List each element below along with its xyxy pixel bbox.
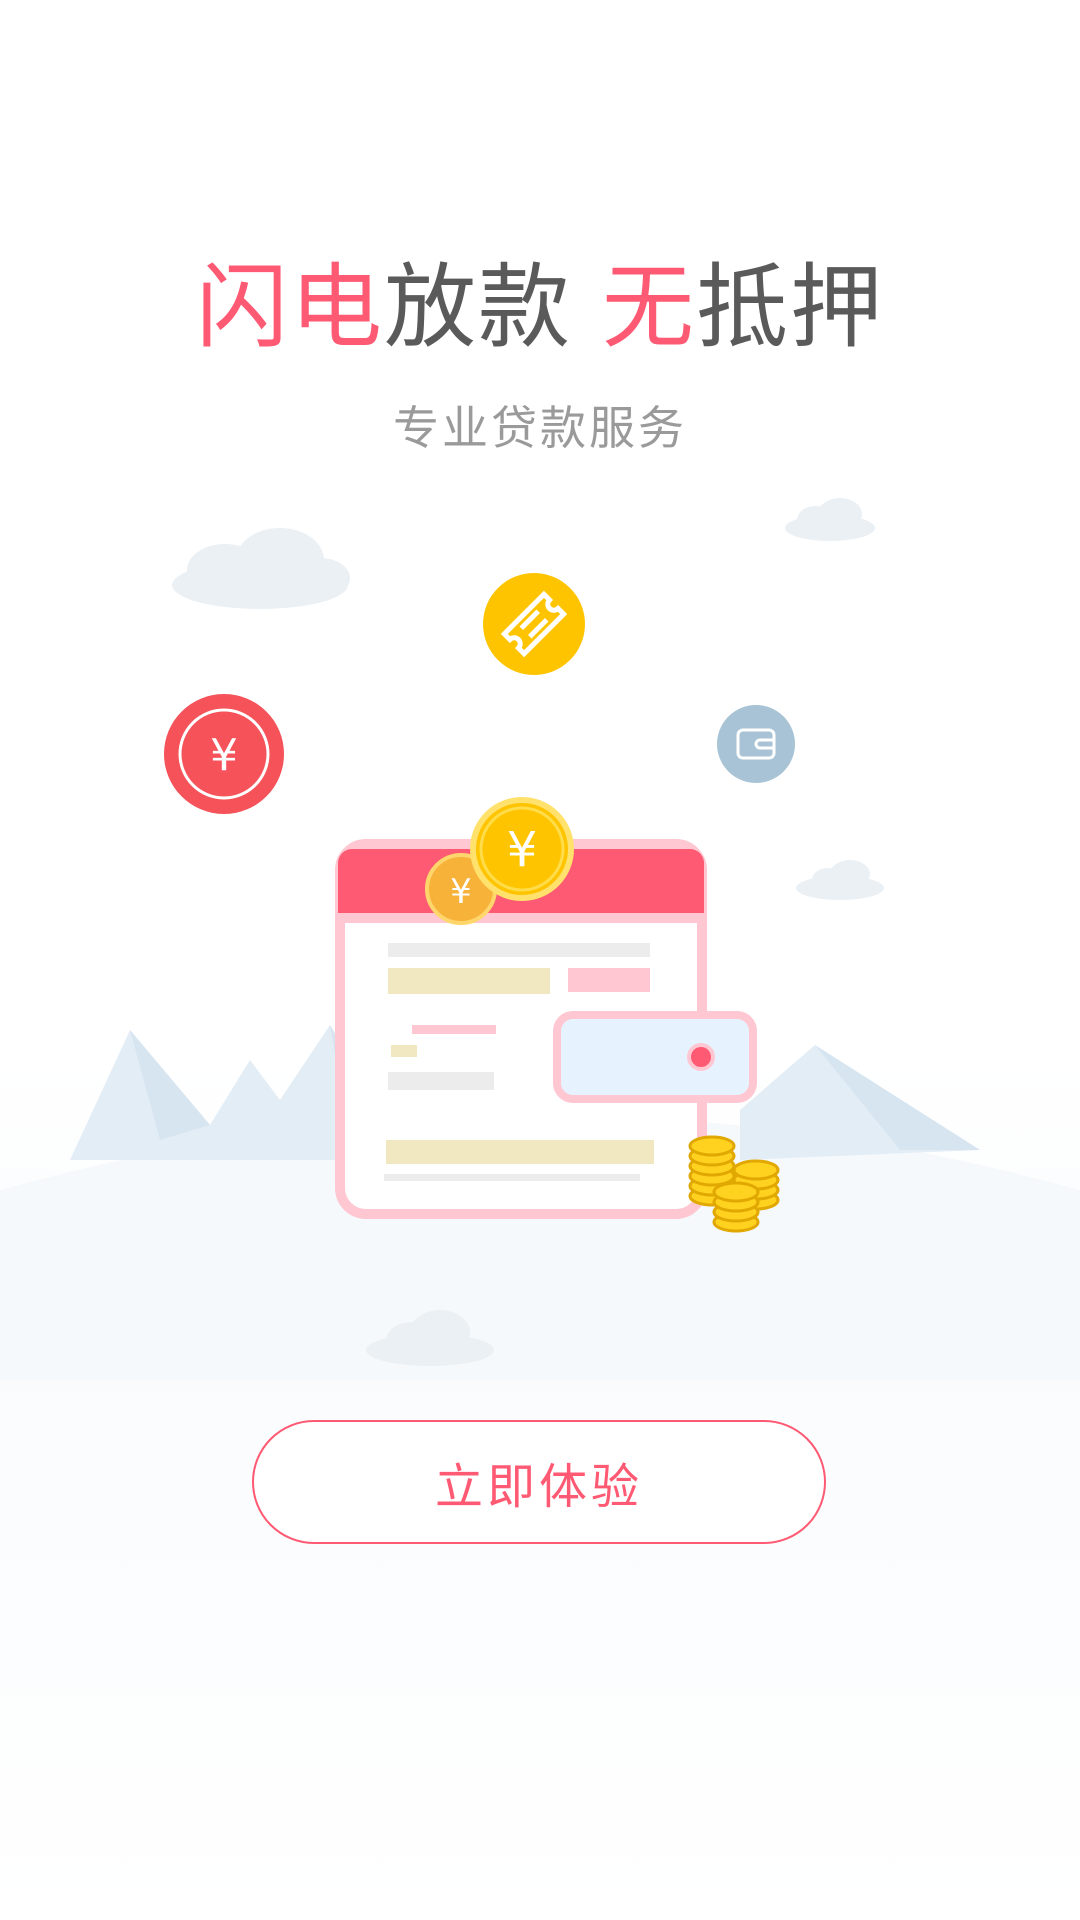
onboarding-screen: 闪电放款 无抵押 专业贷款服务 ¥ ¥ ¥ 立即体验 — [0, 0, 1080, 1920]
coupon-icon — [483, 573, 585, 675]
headline-text-2: 抵押 — [696, 254, 885, 361]
hero-illustration: ¥ ¥ ¥ — [0, 498, 1080, 1380]
cloud-left — [172, 528, 350, 609]
cloud-top-right — [785, 498, 875, 541]
svg-text:¥: ¥ — [210, 730, 238, 781]
headline: 闪电放款 无抵押 — [0, 248, 1080, 368]
subtitle: 专业贷款服务 — [393, 401, 687, 455]
svg-text:¥: ¥ — [450, 872, 472, 912]
mountains-left — [70, 1025, 380, 1160]
wallet-slot — [553, 1011, 757, 1103]
headline-accent-1: 闪电 — [195, 254, 384, 361]
svg-text:¥: ¥ — [507, 822, 538, 878]
yuan-icon: ¥ — [164, 694, 284, 814]
mountains-right — [740, 1045, 980, 1160]
wallet-icon — [717, 705, 795, 783]
cloud-mid-right — [796, 860, 884, 900]
headline-accent-2: 无 — [602, 254, 697, 361]
try-now-button[interactable]: 立即体验 — [252, 1420, 826, 1544]
headline-text-1: 放款 — [383, 254, 572, 361]
